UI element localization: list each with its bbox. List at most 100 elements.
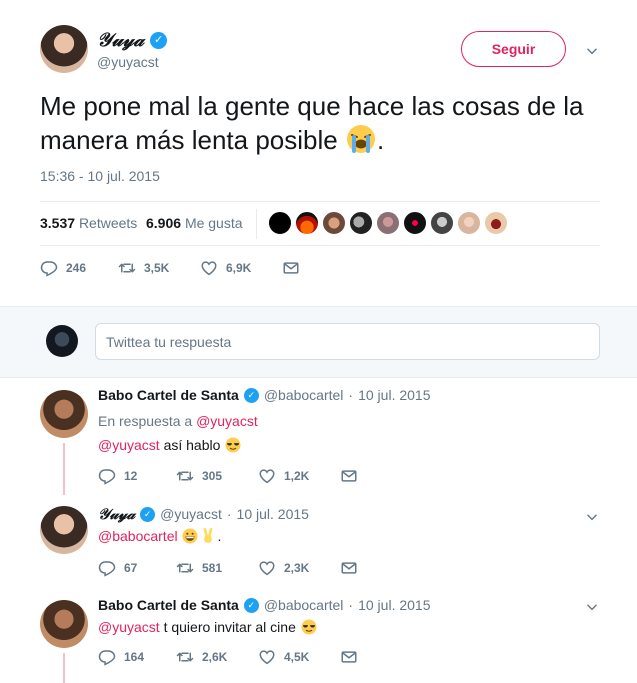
like-count: 2,3K [284, 561, 310, 575]
reply-composer [0, 306, 637, 378]
victory-hand-emoji-icon [204, 527, 213, 543]
reply-tweet[interactable]: Babo Cartel de Santa ✓ @babocartel · 10 … [0, 379, 637, 495]
envelope-icon [340, 648, 358, 666]
reply-handle[interactable]: @babocartel [264, 597, 344, 613]
tweet-text: Me pone mal la gente que hace las cosas … [40, 89, 600, 163]
envelope-icon [340, 559, 358, 577]
heart-icon [200, 259, 218, 277]
retweet-action[interactable]: 581 [176, 559, 258, 577]
reply-icon [40, 259, 58, 277]
retweet-action[interactable]: 305 [176, 467, 258, 485]
handle[interactable]: @yuyacst [97, 54, 159, 70]
reply-icon [98, 648, 116, 666]
display-name[interactable]: 𝒴𝓊𝓎𝒶 [97, 29, 144, 51]
likes-count: 6.906 [146, 215, 182, 231]
liker-avatar[interactable] [403, 211, 427, 235]
like-action[interactable]: 2,3K [258, 559, 340, 577]
liker-avatar[interactable] [430, 211, 454, 235]
retweet-action[interactable]: 3,5K [118, 259, 200, 277]
verified-badge-icon: ✓ [140, 506, 156, 522]
author-name-line[interactable]: 𝒴𝓊𝓎𝒶 ✓ [97, 29, 168, 51]
like-action[interactable]: 4,5K [258, 648, 340, 666]
retweet-icon [176, 559, 194, 577]
reply-author-name[interactable]: Babo Cartel de Santa [98, 387, 239, 403]
heart-icon [258, 467, 276, 485]
direct-message-action[interactable] [340, 467, 358, 485]
mention-link[interactable]: @yuyacst [98, 437, 160, 453]
liker-avatar[interactable] [295, 211, 319, 235]
verified-badge-icon: ✓ [243, 387, 259, 403]
reply-header: 𝒴𝓊𝓎𝒶 ✓ @yuyacst · 10 jul. 2015 [98, 505, 309, 523]
retweet-count: 581 [202, 561, 223, 575]
reply-text: @yuyacst así hablo [98, 436, 242, 454]
like-action[interactable]: 1,2K [258, 467, 340, 485]
timestamp[interactable]: 15:36 - 10 jul. 2015 [40, 168, 160, 184]
reply-count: 12 [124, 469, 138, 483]
reply-text: @yuyacst t quiero invitar al cine [98, 618, 318, 636]
sunglasses-emoji-icon [224, 436, 242, 454]
verified-badge-icon: ✓ [243, 597, 259, 613]
reply-header: Babo Cartel de Santa ✓ @babocartel · 10 … [98, 597, 431, 613]
avatar[interactable] [40, 25, 88, 73]
liker-avatars [268, 211, 508, 235]
tweet-actions: 246 3,5K 6,9K [40, 259, 300, 277]
reply-text-body: t quiero invitar al cine [159, 619, 296, 635]
reply-handle[interactable]: @babocartel [264, 387, 344, 403]
liker-avatar[interactable] [322, 211, 346, 235]
retweets-stat[interactable]: 3.537 Retweets [40, 215, 137, 231]
avatar[interactable] [40, 600, 88, 648]
reply-action[interactable]: 164 [98, 648, 176, 666]
reply-action[interactable]: 246 [40, 259, 118, 277]
reply-handle[interactable]: @yuyacst [160, 506, 222, 522]
reply-action[interactable]: 12 [98, 467, 176, 485]
like-count: 6,9K [226, 261, 252, 275]
retweets-label: Retweets [78, 215, 138, 231]
reply-input[interactable] [95, 323, 600, 360]
reply-actions: 12 305 1,2K [98, 467, 358, 485]
reply-icon [98, 559, 116, 577]
verified-badge-icon: ✓ [150, 31, 168, 49]
mention-link[interactable]: @yuyacst [98, 619, 160, 635]
reply-count: 246 [66, 261, 87, 275]
retweet-count: 2,6K [202, 650, 228, 664]
mention-link[interactable]: @babocartel [98, 528, 178, 544]
likes-stat[interactable]: 6.906 Me gusta [146, 215, 243, 231]
reply-tweet[interactable]: 𝒴𝓊𝓎𝒶 ✓ @yuyacst · 10 jul. 2015 @babocart… [0, 495, 637, 589]
liker-avatar[interactable] [457, 211, 481, 235]
grinning-emoji-icon [182, 528, 198, 544]
avatar[interactable] [40, 390, 88, 438]
in-reply-to: En respuesta a @yuyacst [98, 413, 258, 429]
mention-link[interactable]: @yuyacst [196, 413, 258, 429]
reply-author-name[interactable]: 𝒴𝓊𝓎𝒶 [98, 505, 135, 523]
liker-avatar[interactable] [349, 211, 373, 235]
chevron-down-icon[interactable] [585, 600, 599, 614]
reply-date[interactable]: 10 jul. 2015 [237, 506, 309, 522]
reply-text-body: así hablo [159, 437, 221, 453]
reply-tweet[interactable]: Babo Cartel de Santa ✓ @babocartel · 10 … [0, 589, 637, 683]
meta-separator: · [348, 387, 354, 403]
loudly-crying-emoji-icon [345, 123, 377, 163]
direct-message-action[interactable] [340, 648, 358, 666]
like-action[interactable]: 6,9K [200, 259, 282, 277]
meta-separator: · [348, 597, 354, 613]
reply-date[interactable]: 10 jul. 2015 [358, 387, 430, 403]
chevron-down-icon[interactable] [585, 510, 599, 524]
envelope-icon [282, 259, 300, 277]
direct-message-action[interactable] [282, 259, 300, 277]
follow-button[interactable]: Seguir [461, 31, 566, 67]
retweet-count: 305 [202, 469, 223, 483]
reply-text: @babocartel . [98, 527, 221, 545]
liker-avatar[interactable] [484, 211, 508, 235]
retweet-action[interactable]: 2,6K [176, 648, 258, 666]
reply-date[interactable]: 10 jul. 2015 [358, 597, 430, 613]
reply-action[interactable]: 67 [98, 559, 176, 577]
liker-avatar[interactable] [376, 211, 400, 235]
tweet-text-body: Me pone mal la gente que hace las cosas … [40, 91, 584, 155]
sunglasses-emoji-icon [300, 618, 318, 636]
liker-avatar[interactable] [268, 211, 292, 235]
reply-author-name[interactable]: Babo Cartel de Santa [98, 597, 239, 613]
avatar[interactable] [40, 506, 88, 554]
likes-label: Me gusta [184, 215, 243, 231]
direct-message-action[interactable] [340, 559, 358, 577]
chevron-down-icon[interactable] [585, 44, 599, 58]
